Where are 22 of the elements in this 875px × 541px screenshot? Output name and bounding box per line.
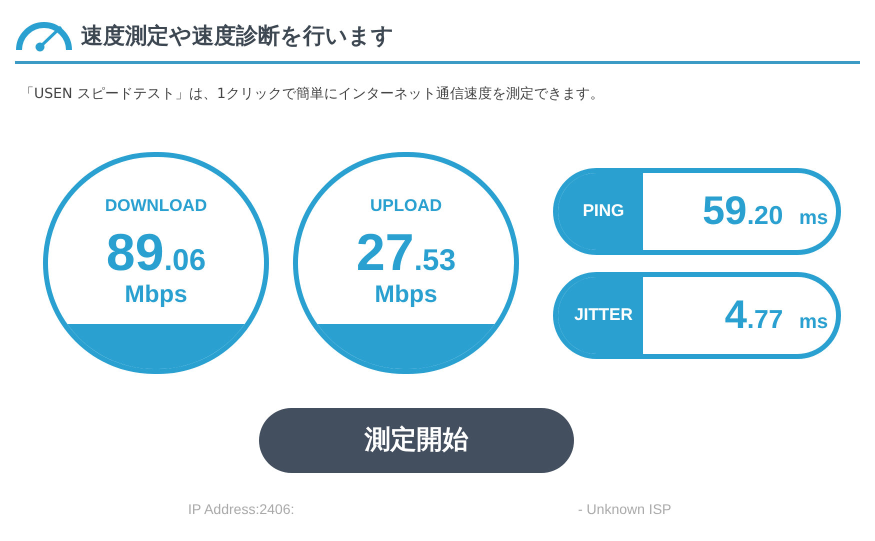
isp-name: - Unknown ISP — [578, 500, 672, 519]
metric-decimal: .20 — [746, 202, 784, 228]
metric-value: 4 — [724, 294, 747, 334]
metric-label: PING — [558, 172, 643, 250]
description-text: 「USEN スピードテスト」は、1クリックで簡単にインターネット通信速度を測定できます。 — [20, 85, 605, 104]
gauge-label: DOWNLOAD — [105, 195, 207, 217]
speed-decimal: .53 — [414, 246, 456, 276]
speed-value: 89 — [106, 226, 164, 278]
page-title: 速度測定や速度診断を行います — [81, 22, 394, 51]
speed-unit: Mbps — [374, 282, 438, 306]
metric-unit: ms — [799, 208, 828, 228]
gauge-label: UPLOAD — [370, 195, 442, 217]
speed-decimal: .06 — [164, 246, 206, 276]
metric-label: JITTER — [558, 276, 643, 354]
start-button[interactable]: 測定開始 — [259, 408, 574, 473]
speedometer-icon — [15, 22, 73, 52]
ip-address: IP Address:2406: — [188, 500, 296, 519]
metric-decimal: .77 — [746, 306, 784, 332]
metric-value: 59 — [702, 190, 747, 230]
speed-unit: Mbps — [124, 282, 188, 306]
metric-unit: ms — [799, 312, 828, 332]
speed-value: 27 — [356, 226, 414, 278]
